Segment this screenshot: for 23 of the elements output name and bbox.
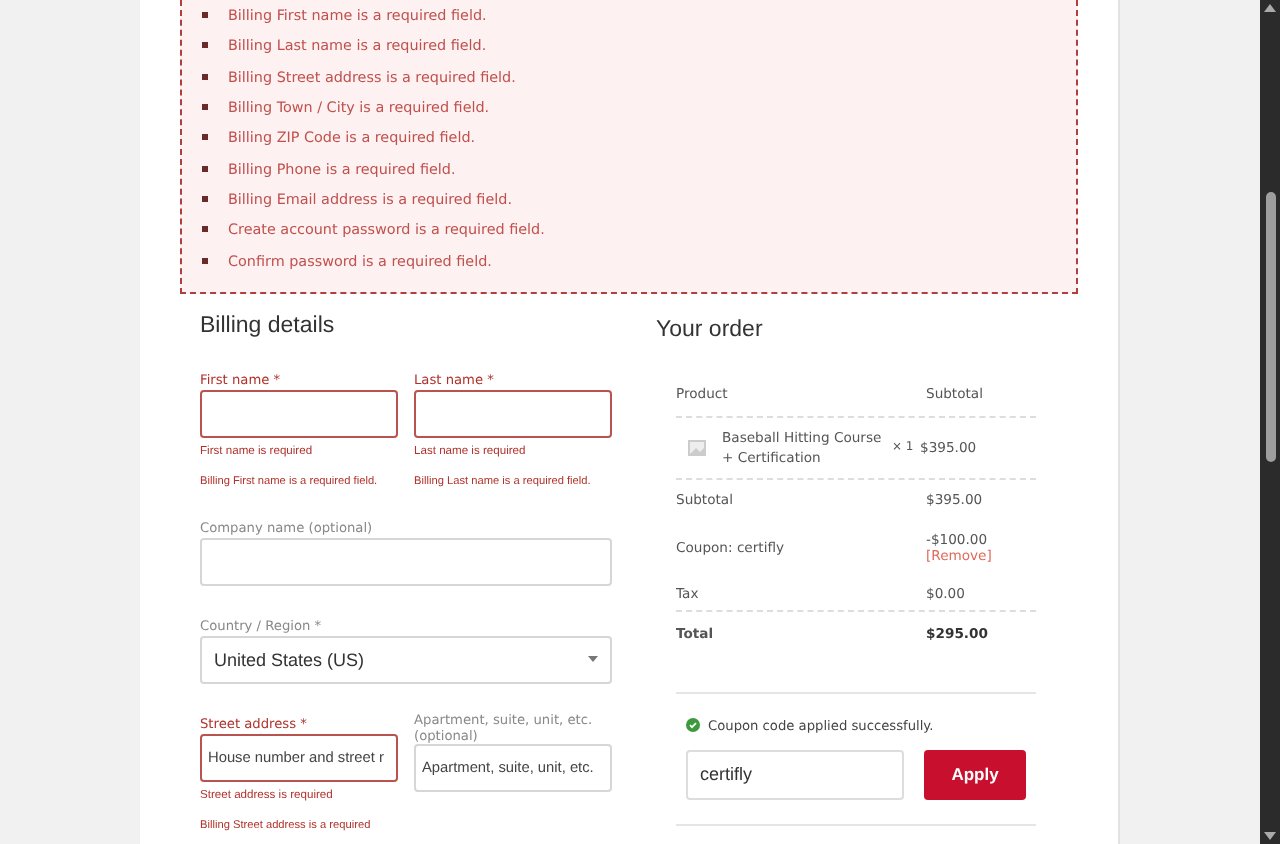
bullet-icon bbox=[202, 195, 208, 202]
caret-icon bbox=[588, 656, 598, 663]
bullet-icon bbox=[202, 42, 208, 49]
input-field[interactable] bbox=[200, 389, 398, 438]
scrollbar-thumb[interactable] bbox=[1265, 192, 1275, 462]
section-title: Billing details bbox=[200, 313, 337, 342]
bullet-icon bbox=[202, 257, 208, 264]
coupon-field[interactable]: certifly bbox=[686, 749, 904, 800]
bullet-icon bbox=[202, 104, 208, 111]
bullet-icon bbox=[202, 134, 208, 141]
scrollbar[interactable] bbox=[1260, 0, 1280, 844]
check-icon bbox=[686, 718, 700, 733]
image-icon bbox=[688, 439, 706, 456]
section-title: Your order bbox=[656, 317, 765, 346]
apply-button[interactable]: Apply bbox=[924, 749, 1026, 800]
down-arrow-icon[interactable] bbox=[1264, 832, 1276, 840]
bullet-icon bbox=[202, 165, 208, 172]
up-arrow-icon[interactable] bbox=[1264, 4, 1276, 12]
country-select[interactable]: United States (US) bbox=[200, 635, 612, 684]
bullet-icon bbox=[202, 226, 208, 233]
bullet-icon bbox=[202, 73, 208, 80]
input-field[interactable] bbox=[414, 389, 612, 438]
bullet-icon bbox=[202, 12, 208, 19]
